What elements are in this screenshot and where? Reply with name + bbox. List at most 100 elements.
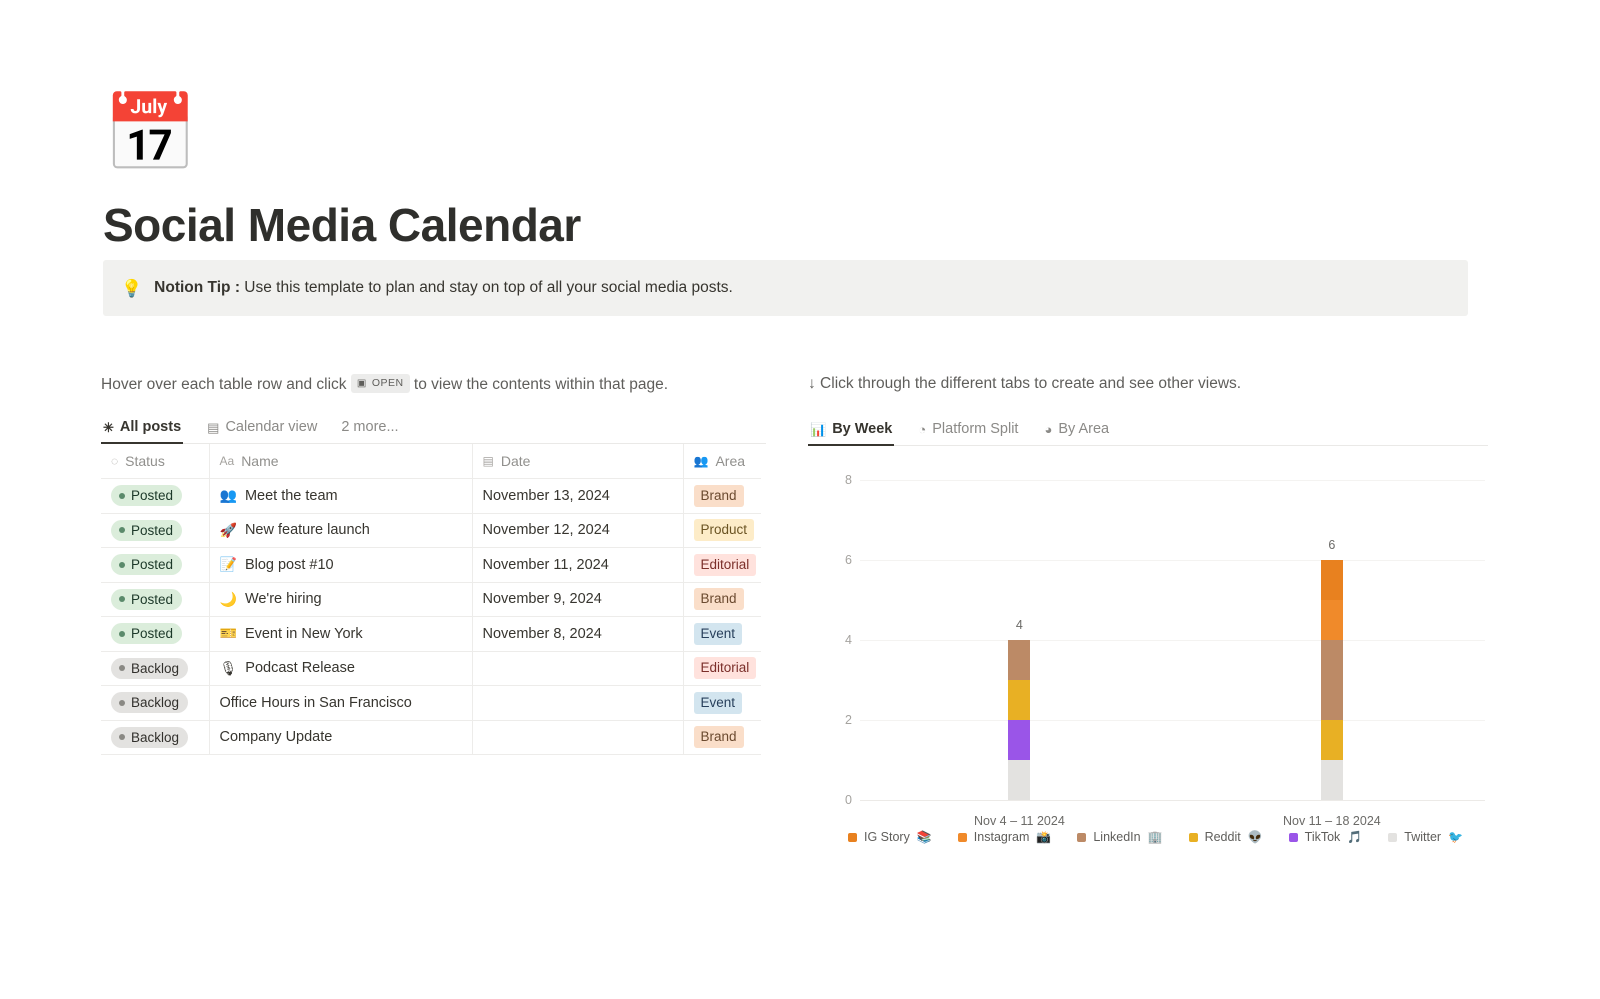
chart-bar-segment[interactable] — [1321, 600, 1343, 640]
legend-swatch-icon — [1189, 833, 1198, 842]
chart-bar[interactable]: 4 — [1008, 480, 1030, 800]
tab-all-posts[interactable]: ✳ All posts — [101, 415, 183, 443]
pie-chart-icon: ◔ — [918, 423, 926, 436]
cell-status[interactable]: Posted — [101, 617, 209, 652]
chart-bar-segment[interactable] — [1321, 720, 1343, 760]
table-row[interactable]: Posted 👥Meet the teamNovember 13, 2024Bra… — [101, 479, 761, 514]
tab-platform-split[interactable]: ◔ Platform Split — [916, 417, 1020, 445]
chart-gridline — [860, 720, 1485, 721]
tab-calendar-view[interactable]: ▤ Calendar view — [205, 415, 319, 443]
cell-date[interactable] — [472, 686, 683, 721]
chart-bar-value-label: 6 — [1302, 538, 1362, 552]
table-row[interactable]: Posted🎫Event in New YorkNovember 8, 2024… — [101, 617, 761, 652]
cell-name[interactable]: 🚀New feature launch — [209, 513, 472, 548]
cell-area[interactable]: Brand — [683, 479, 761, 514]
chart-bar-segment[interactable] — [1321, 560, 1343, 600]
column-header-status[interactable]: ◌ Status — [101, 444, 209, 479]
table-row[interactable]: Posted 🌙We're hiringNovember 9, 2024Brand — [101, 582, 761, 617]
column-header-name[interactable]: Aa Name — [209, 444, 472, 479]
cell-date[interactable] — [472, 651, 683, 686]
cell-area[interactable]: Event — [683, 617, 761, 652]
chart-bar-segment[interactable] — [1321, 640, 1343, 720]
legend-item[interactable]: IG Story📚 — [848, 830, 932, 844]
cell-area[interactable]: Event — [683, 686, 761, 721]
cell-date[interactable]: November 9, 2024 — [472, 582, 683, 617]
cell-name[interactable]: 🎙Podcast Release — [209, 651, 472, 686]
table-row[interactable]: Backlog Company Update Brand — [101, 720, 761, 755]
tab-by-area[interactable]: ◕ By Area — [1042, 417, 1111, 445]
notion-page: 📅 Social Media Calendar 💡 Notion Tip : U… — [0, 0, 1600, 999]
chart-bar-segment[interactable] — [1008, 760, 1030, 800]
cell-area[interactable]: Brand — [683, 582, 761, 617]
cell-name[interactable]: Office Hours in San Francisco — [209, 686, 472, 721]
cell-date[interactable]: November 11, 2024 — [472, 548, 683, 583]
cell-name[interactable]: 🎫Event in New York — [209, 617, 472, 652]
cell-date[interactable]: November 13, 2024 — [472, 479, 683, 514]
legend-emoji-icon: 📚 — [917, 830, 932, 844]
cell-area[interactable]: Brand — [683, 720, 761, 755]
table-row[interactable]: Backlog Office Hours in San Francisco Even… — [101, 686, 761, 721]
tab-by-area-label: By Area — [1058, 421, 1109, 437]
cell-area[interactable]: Editorial — [683, 651, 761, 686]
status-badge: Posted — [111, 589, 182, 610]
chart-bar-value-label: 4 — [989, 618, 1049, 632]
cell-area[interactable]: Product — [683, 513, 761, 548]
asterisk-icon: ✳ — [103, 421, 114, 434]
area-tag: Event — [694, 623, 743, 645]
status-badge: Posted — [111, 520, 182, 541]
cell-name[interactable]: 🌙We're hiring — [209, 582, 472, 617]
cell-status[interactable]: Posted — [101, 582, 209, 617]
x-axis-tick-label: Nov 11 – 18 2024 — [1222, 814, 1442, 828]
chart-bar-segment[interactable] — [1008, 640, 1030, 680]
tab-all-posts-label: All posts — [120, 419, 181, 435]
status-label: Posted — [131, 487, 173, 504]
cell-status[interactable]: Backlog — [101, 720, 209, 755]
column-header-area-label: Area — [715, 453, 745, 469]
cell-status[interactable]: Posted — [101, 513, 209, 548]
cell-date[interactable]: November 12, 2024 — [472, 513, 683, 548]
cell-status[interactable]: Posted — [101, 479, 209, 514]
chart-bar-segment[interactable] — [1008, 680, 1030, 720]
chart-bar-segment[interactable] — [1008, 720, 1030, 760]
status-icon: ◌ — [111, 454, 118, 468]
cell-date[interactable]: November 8, 2024 — [472, 617, 683, 652]
chart-bar[interactable]: 6 — [1321, 480, 1343, 800]
table-body: Posted👥Meet the teamNovember 13, 2024Bra… — [101, 479, 761, 755]
cell-date[interactable] — [472, 720, 683, 755]
cell-status[interactable]: Backlog — [101, 651, 209, 686]
table-row[interactable]: Backlog🎙Podcast Release Editorial — [101, 651, 761, 686]
status-badge: Posted — [111, 485, 182, 506]
legend-item[interactable]: TikTok🎵 — [1289, 830, 1363, 844]
posts-table: ◌ Status Aa Name ▤ Date — [101, 444, 761, 755]
chart-bar-segment[interactable] — [1321, 760, 1343, 800]
area-tag: Editorial — [694, 657, 757, 679]
status-label: Posted — [131, 591, 173, 608]
cell-name[interactable]: Company Update — [209, 720, 472, 755]
table-row[interactable]: Posted📝Blog post #10November 11, 2024Edi… — [101, 548, 761, 583]
cell-area[interactable]: Editorial — [683, 548, 761, 583]
column-header-date[interactable]: ▤ Date — [472, 444, 683, 479]
spiral-calendar-icon: 📅 — [103, 86, 1483, 186]
tab-more[interactable]: 2 more... — [341, 419, 398, 443]
tab-by-week[interactable]: 📊 By Week — [808, 417, 894, 445]
table-row[interactable]: Posted 🚀New feature launchNovember 12, 20… — [101, 513, 761, 548]
column-header-name-label: Name — [241, 453, 278, 469]
cell-status[interactable]: Backlog — [101, 686, 209, 721]
status-label: Backlog — [131, 694, 179, 711]
row-emoji-icon: 🌙 — [220, 591, 237, 608]
chart-gridline — [860, 480, 1485, 481]
legend-item[interactable]: Twitter🐦 — [1388, 830, 1463, 844]
legend-item[interactable]: Reddit👽 — [1189, 830, 1263, 844]
column-header-area[interactable]: 👥 Area — [683, 444, 761, 479]
legend-item[interactable]: LinkedIn🏢 — [1077, 830, 1162, 844]
cell-name[interactable]: 📝Blog post #10 — [209, 548, 472, 583]
row-name-label: Company Update — [220, 729, 333, 745]
y-axis-tick-label: 4 — [830, 633, 852, 647]
row-emoji-icon: 🎙 — [220, 660, 238, 677]
open-chip[interactable]: ▣ OPEN — [351, 374, 410, 393]
cell-name[interactable]: 👥Meet the team — [209, 479, 472, 514]
legend-item[interactable]: Instagram📸 — [958, 830, 1052, 844]
cell-status[interactable]: Posted — [101, 548, 209, 583]
status-dot-icon — [119, 700, 125, 706]
status-dot-icon — [119, 596, 125, 602]
